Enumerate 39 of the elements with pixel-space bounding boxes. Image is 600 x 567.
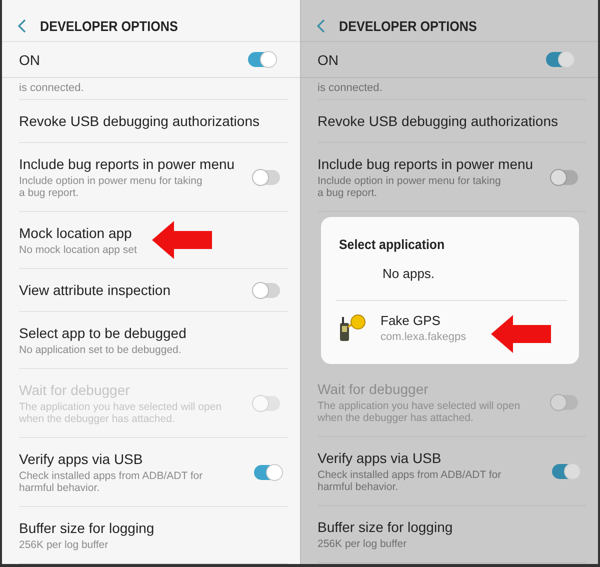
setting-description: Include option in power menu for taking a bug report. xyxy=(19,175,204,199)
setting-description: The application you have selected will open when the debugger has attached. xyxy=(318,400,520,424)
setting-title[interactable]: Verify apps via USB xyxy=(318,449,502,467)
toggle-switch[interactable] xyxy=(254,464,280,480)
master-switch-label: ON xyxy=(318,52,338,68)
back-icon[interactable] xyxy=(18,18,26,32)
empty-message: No apps. xyxy=(382,266,436,281)
toggle-switch[interactable] xyxy=(254,282,280,298)
back-icon[interactable] xyxy=(316,18,324,32)
screen-title: DEVELOPER OPTIONS xyxy=(338,18,476,34)
setting-description: 256K per log buffer xyxy=(318,538,408,550)
setting-description: Check installed apps from ADB/ADT for harmful behavior. xyxy=(318,469,502,493)
setting-title[interactable]: Buffer size for logging xyxy=(318,518,453,536)
setting-description: is connected. xyxy=(318,83,382,94)
setting-title[interactable]: Include bug reports in power menu xyxy=(318,155,534,173)
setting-title[interactable]: Buffer size for logging xyxy=(19,519,154,537)
setting-title[interactable]: Include bug reports in power menu xyxy=(19,155,235,173)
setting-title[interactable]: Revoke USB debugging authorizations xyxy=(318,112,558,130)
app-package: com.lexa.fakegps xyxy=(380,331,466,343)
setting-description: Include option in power menu for taking a bug report. xyxy=(318,175,502,199)
setting-title[interactable]: View attribute inspection xyxy=(19,281,170,299)
toggle-switch[interactable] xyxy=(552,170,578,184)
toggle-switch[interactable] xyxy=(248,52,274,67)
setting-title[interactable]: Revoke USB debugging authorizations xyxy=(19,112,260,130)
setting-description: 256K per log buffer xyxy=(19,539,110,551)
setting-description: No application set to be debugged. xyxy=(19,344,182,356)
toggle-switch[interactable] xyxy=(552,464,578,478)
toggle-switch[interactable] xyxy=(546,52,572,67)
setting-description: Check installed apps from ADB/ADT for harmful behavior. xyxy=(19,470,203,494)
setting-title[interactable]: Mock location app xyxy=(19,224,137,242)
setting-title[interactable]: Select app to be debugged xyxy=(19,324,186,342)
app-name[interactable]: Fake GPS xyxy=(380,313,466,328)
master-switch-label: ON xyxy=(19,52,40,68)
setting-description: is connected. xyxy=(19,83,84,94)
toggle-switch[interactable] xyxy=(254,170,280,184)
screen-title: DEVELOPER OPTIONS xyxy=(40,18,178,34)
setting-title[interactable]: Verify apps via USB xyxy=(19,450,203,468)
setting-description: No mock location app set xyxy=(19,244,137,256)
dialog-title: Select application xyxy=(338,237,446,252)
